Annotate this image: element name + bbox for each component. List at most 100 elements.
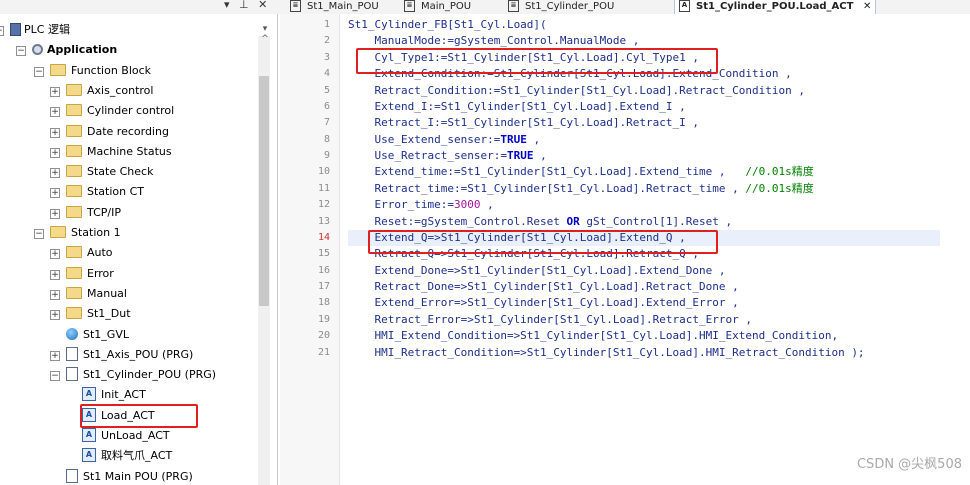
- code-line[interactable]: ManualMode:=gSystem_Control.ManualMode ,: [348, 33, 639, 49]
- line-number: 1: [323, 19, 330, 30]
- pane-pin-button[interactable]: ⊥: [239, 0, 249, 11]
- line-number: 3: [323, 51, 330, 63]
- line-number: 11: [317, 182, 330, 194]
- code-line[interactable]: St1_Cylinder_FB[St1_Cyl.Load](: [348, 17, 547, 33]
- folder-icon: [66, 144, 82, 157]
- line-number: 21: [317, 346, 330, 358]
- folder-icon: [66, 307, 82, 320]
- tree-item-label: Application: [47, 43, 118, 57]
- tree-item-label: Function Block: [71, 63, 152, 77]
- code-line[interactable]: Use_Retract_senser:=TRUE ,: [348, 148, 546, 164]
- code-line[interactable]: Retract_time:=St1_Cylinder[St1_Cyl.Load]…: [348, 181, 813, 197]
- tab-main-pou[interactable]: ≣ Main_POU: [404, 0, 471, 14]
- tab-label: Main_POU: [421, 1, 472, 12]
- expand-icon[interactable]: +: [50, 310, 60, 321]
- pane-close-button[interactable]: ✕: [258, 0, 267, 11]
- action-icon: A: [82, 428, 96, 442]
- tab-st1-cylinder-pou[interactable]: ≣ St1_Cylinder_POU: [508, 0, 614, 14]
- tree-item-label: Auto: [87, 246, 113, 260]
- folder-icon: [66, 104, 82, 117]
- line-number: 13: [317, 215, 330, 227]
- line-number: 19: [317, 313, 330, 325]
- expand-icon[interactable]: +: [50, 168, 60, 179]
- expand-icon[interactable]: +: [50, 147, 60, 158]
- pou-icon: ≣: [508, 0, 519, 12]
- line-number: 7: [323, 117, 330, 129]
- line-number: 14: [317, 231, 330, 243]
- collapse-icon[interactable]: −: [34, 229, 44, 239]
- tree-item-label: St1_Dut: [87, 307, 131, 321]
- code-line[interactable]: Retract_Error=>St1_Cylinder[St1_Cyl.Load…: [348, 312, 752, 328]
- line-number: 18: [317, 297, 330, 309]
- folder-icon: [66, 165, 82, 178]
- plc-icon: [10, 22, 21, 36]
- pou-document-icon: [66, 367, 78, 382]
- code-line[interactable]: Error_time:=3000 ,: [348, 197, 493, 213]
- line-number: 4: [323, 68, 330, 80]
- tree-item-label: State Check: [87, 165, 154, 179]
- expand-icon[interactable]: +: [50, 208, 60, 219]
- line-number: 8: [323, 133, 330, 145]
- folder-icon: [66, 266, 82, 279]
- tree-scroll-up-icon[interactable]: ▾ ^: [259, 24, 271, 44]
- tab-label: St1_Main_POU: [307, 1, 379, 12]
- line-number: 12: [317, 199, 330, 211]
- tab-label: St1_Cylinder_POU: [525, 1, 615, 12]
- collapse-icon[interactable]: −: [50, 371, 60, 382]
- folder-icon: [50, 63, 66, 76]
- code-line[interactable]: Extend_time:=St1_Cylinder[St1_Cyl.Load].…: [348, 164, 813, 180]
- collapse-icon[interactable]: −: [0, 26, 4, 36]
- code-line[interactable]: Retract_Done=>St1_Cylinder[St1_Cyl.Load]…: [348, 279, 738, 295]
- folder-icon: [66, 185, 82, 198]
- expand-icon[interactable]: +: [50, 269, 60, 280]
- code-line[interactable]: HMI_Retract_Condition=>St1_Cylinder[St1_…: [348, 345, 864, 361]
- code-line[interactable]: Extend_Condition:=St1_Cylinder[St1_Cyl.L…: [348, 66, 791, 82]
- tree-item-label: St1 Main POU (PRG): [83, 469, 193, 483]
- pane-dropdown-button[interactable]: ▾: [224, 0, 230, 11]
- code-line[interactable]: Reset:=gSystem_Control.Reset OR gSt_Cont…: [348, 214, 732, 230]
- folder-icon: [66, 124, 82, 137]
- code-line[interactable]: Extend_Q=>St1_Cylinder[St1_Cyl.Load].Ext…: [348, 229, 940, 246]
- tree-item-label: St1_GVL: [83, 327, 129, 341]
- code-line[interactable]: Extend_I:=St1_Cylinder[St1_Cyl.Load].Ext…: [348, 99, 685, 115]
- watermark: CSDN @尖枫508: [856, 457, 962, 472]
- code-line[interactable]: Extend_Done=>St1_Cylinder[St1_Cyl.Load].…: [348, 263, 725, 279]
- application-gear-icon: [32, 43, 43, 55]
- tree-item-label: PLC 逻辑: [24, 23, 70, 36]
- line-number: 2: [323, 35, 330, 47]
- expand-icon[interactable]: +: [50, 86, 60, 97]
- close-icon[interactable]: ✕: [863, 1, 871, 12]
- tree-item-label: Error: [87, 266, 114, 280]
- code-line[interactable]: HMI_Extend_Condition=>St1_Cylinder[St1_C…: [348, 328, 838, 344]
- line-number: 6: [323, 100, 330, 112]
- pou-document-icon: [66, 346, 78, 361]
- code-line[interactable]: Retract_Condition:=St1_Cylinder[St1_Cyl.…: [348, 83, 804, 99]
- expand-icon[interactable]: +: [50, 249, 60, 260]
- tab-load-act[interactable]: A St1_Cylinder_POU.Load_ACT ✕: [674, 0, 877, 14]
- tree-scrollbar-thumb[interactable]: [259, 76, 269, 306]
- collapse-icon[interactable]: −: [16, 46, 26, 57]
- code-line[interactable]: Extend_Error=>St1_Cylinder[St1_Cyl.Load]…: [348, 295, 738, 311]
- line-number: 5: [323, 84, 330, 96]
- code-line[interactable]: Retract_Q=>St1_Cylinder[St1_Cyl.Load].Re…: [348, 246, 699, 262]
- editor-tabs: ≣ St1_Main_POU ≣ Main_POU ≣ St1_Cylinder_PO…: [280, 0, 970, 14]
- code-line[interactable]: Cyl_Type1:=St1_Cylinder[St1_Cyl.Load].Cy…: [348, 50, 699, 66]
- expand-icon[interactable]: +: [50, 107, 60, 118]
- tree-item-label: St1_Axis_POU (PRG): [83, 347, 194, 361]
- tree-item-label: St1_Cylinder_POU (PRG): [83, 368, 217, 382]
- line-number: 9: [323, 150, 330, 162]
- tree-item-label: Axis_control: [87, 83, 154, 97]
- expand-icon[interactable]: +: [50, 350, 60, 361]
- line-number: 16: [317, 264, 330, 276]
- folder-icon: [50, 226, 66, 238]
- collapse-icon[interactable]: −: [34, 66, 44, 77]
- tree-item-label: Machine Status: [87, 144, 172, 158]
- expand-icon[interactable]: +: [50, 188, 60, 199]
- tab-st1-main-pou[interactable]: ≣ St1_Main_POU: [290, 0, 379, 14]
- code-line[interactable]: Retract_I:=St1_Cylinder[St1_Cyl.Load].Re…: [348, 115, 699, 131]
- tree-item-label: Station 1: [71, 226, 121, 239]
- expand-icon[interactable]: +: [50, 289, 60, 300]
- gvl-globe-icon: [66, 327, 78, 340]
- code-line[interactable]: Use_Extend_senser:=TRUE ,: [348, 132, 540, 148]
- expand-icon[interactable]: +: [50, 127, 60, 138]
